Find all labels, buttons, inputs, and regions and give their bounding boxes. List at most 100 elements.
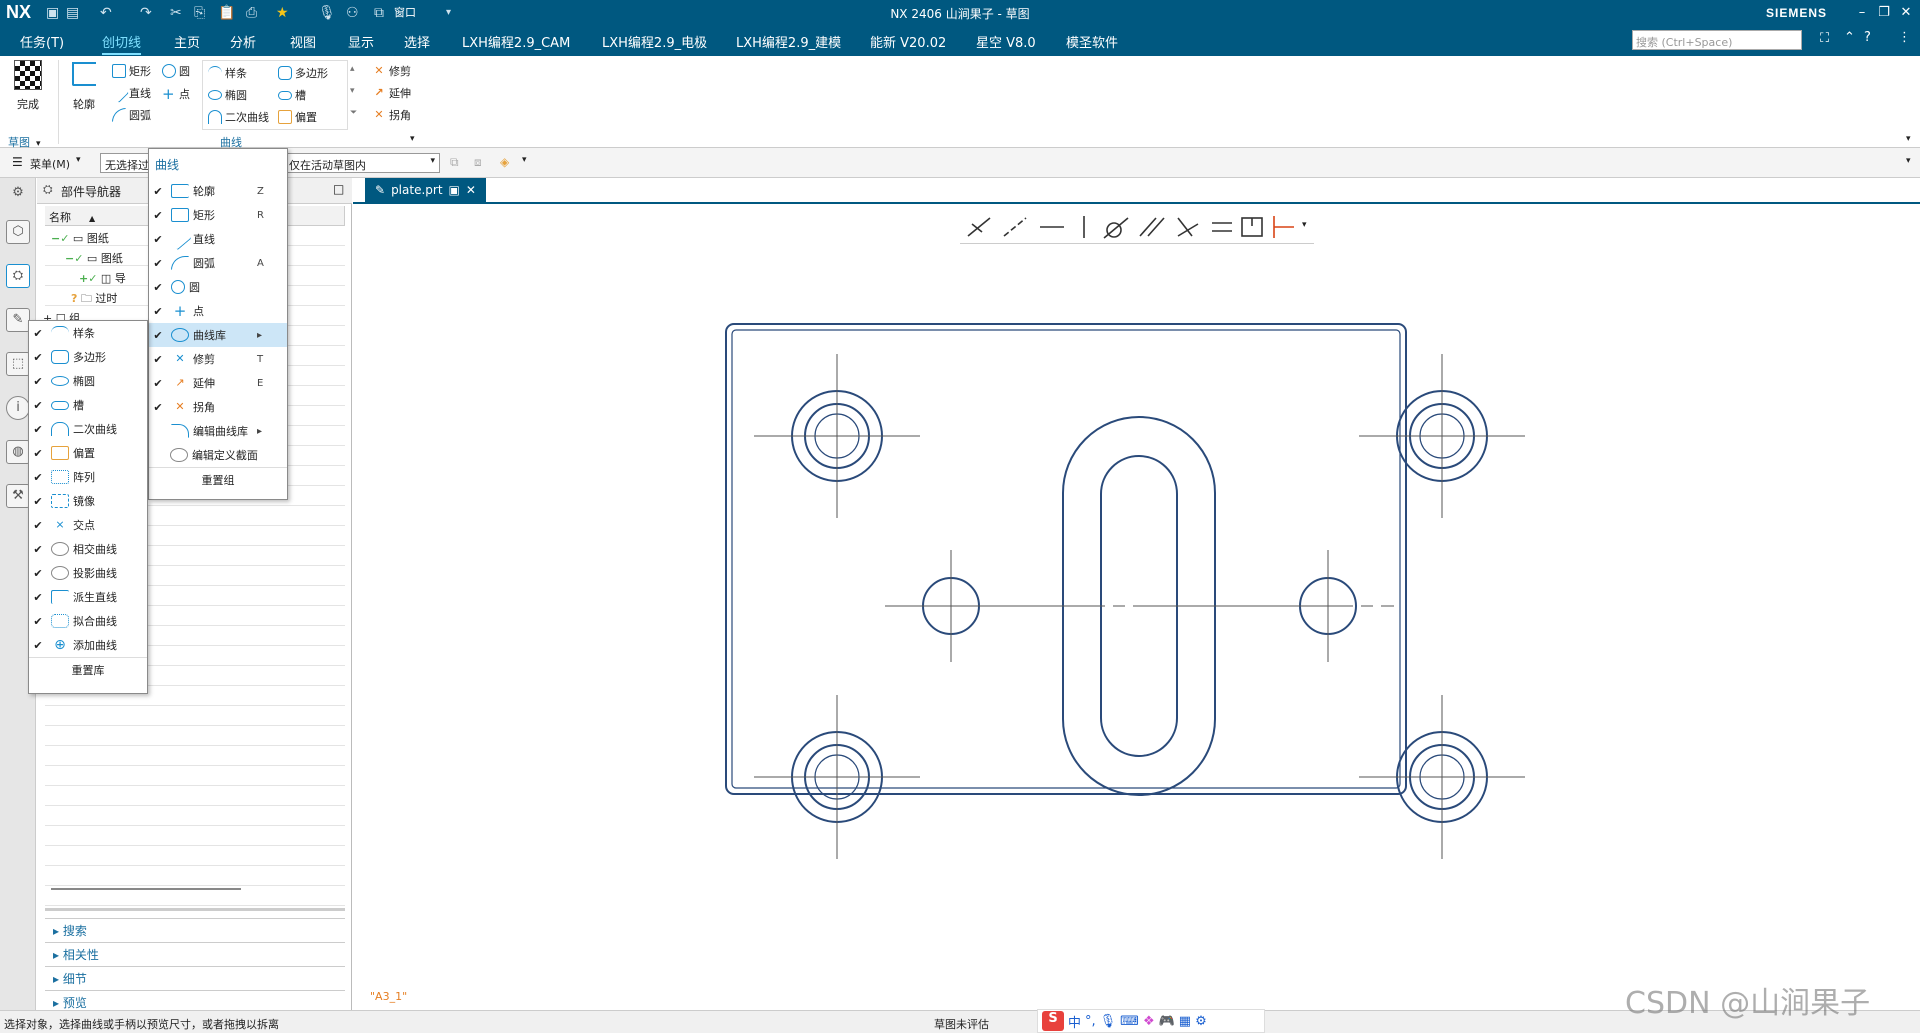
accordion-dependencies[interactable]: ▸ 相关性 [45,942,345,964]
circle-button[interactable]: 圆 [162,63,190,79]
menu-item-corner[interactable]: ✔ ✕ 拐角 [149,395,287,419]
lib-item-conic[interactable]: ✔ 二次曲线 [29,417,147,441]
window-options-icon[interactable]: ⋮ [1898,30,1911,45]
search-icon[interactable]: ⌕ [1788,31,1795,46]
command-search-input[interactable]: 搜索 (Ctrl+Space) [1632,30,1802,50]
lib-item-add-curve[interactable]: ✔ ⊕ 添加曲线 [29,633,147,657]
tab-analysis[interactable]: 分析 [230,32,256,51]
line-button[interactable]: 直线 [109,83,151,103]
tools-icon[interactable]: ⚒ [6,484,30,508]
lib-item-polygon[interactable]: ✔ 多边形 [29,345,147,369]
skin-icon[interactable]: ❖ [1143,1014,1155,1029]
reset-library-button[interactable]: 重置库 [29,657,147,683]
deselect-icon[interactable]: ⧈ [474,155,482,170]
ime-toolbar[interactable]: S 中 °, 🎙 ⌨ ❖ 🎮 ▦ ⚙ [1037,1009,1265,1033]
gallery-expand-icon[interactable]: ⏷ [350,108,357,118]
menu-icon[interactable]: ☰ [12,155,23,169]
minimize-icon[interactable]: – [1851,3,1873,23]
help-icon[interactable]: ? [1864,30,1871,45]
menu-item-edit-curve-library[interactable]: 编辑曲线库 ▸ [149,419,287,443]
menu-item-trim[interactable]: ✔ ✕ 修剪 T [149,347,287,371]
apps-icon[interactable]: ▦ [1179,1014,1191,1029]
rectangle-button[interactable]: 矩形 [112,63,151,79]
snap-dropdown-icon[interactable]: ▾ [522,155,527,165]
maximize-panel-icon[interactable]: □ [333,182,344,196]
lib-item-pattern[interactable]: ✔ 阵列 [29,465,147,489]
polygon-button[interactable]: 多边形 [278,65,328,81]
restore-icon[interactable]: ❐ [1873,3,1895,23]
accordion-preview[interactable]: ▸ 预览 [45,990,345,1012]
profile-button[interactable]: 轮廓 [66,62,102,112]
tab-task[interactable]: 任务(T) [20,32,64,51]
constraints-more-icon[interactable]: ▾ [1302,220,1307,230]
lib-item-project-curve[interactable]: ✔ 投影曲线 [29,561,147,585]
menu-item-extend[interactable]: ✔ ↗ 延伸 E [149,371,287,395]
corner-button[interactable]: ✕ 拐角 [372,107,411,123]
gallery-down-icon[interactable]: ▾ [350,86,355,96]
lib-item-ellipse[interactable]: ✔ 椭圆 [29,369,147,393]
conic-button[interactable]: 二次曲线 [208,109,269,125]
selection-filter-select[interactable]: 无选择过滤器 [100,153,150,173]
selection-scope-select[interactable]: 仅在活动草图内 ▾ [284,153,440,173]
lib-item-mirror[interactable]: ✔ 镜像 [29,489,147,513]
assembly-navigator-icon[interactable]: ⬡ [6,220,30,244]
reset-group-button[interactable]: 重置组 [149,467,287,493]
finish-sketch-button[interactable]: 完成 [10,60,46,112]
menu-item-profile[interactable]: ✔ 轮廓 Z [149,179,287,203]
lib-item-offset[interactable]: ✔ 偏置 [29,441,147,465]
menu-item-point[interactable]: ✔ + 点 [149,299,287,323]
tab-mosheng[interactable]: 模圣软件 [1066,32,1118,51]
menu-button[interactable]: 菜单(M) [30,156,70,172]
collapse-ribbon-icon[interactable]: ⌃ [1844,30,1855,45]
keyboard-icon[interactable]: ⌨ [1120,1014,1139,1029]
ribbon-options-icon[interactable]: ▾ [1906,134,1911,144]
lib-item-slot[interactable]: ✔ 槽 [29,393,147,417]
tab-lxh-cam[interactable]: LXH编程2.9_CAM [462,32,570,51]
part-navigator-icon[interactable]: ⛭ [6,264,30,288]
game-icon[interactable]: 🎮 [1159,1014,1175,1029]
lib-item-intersection-curve[interactable]: ✔ 相交曲线 [29,537,147,561]
tab-close-icon[interactable]: ✕ [466,183,476,204]
lib-item-derived-line[interactable]: ✔ 派生直线 [29,585,147,609]
menu-dropdown-icon[interactable]: ▾ [76,155,81,165]
menu-item-rectangle[interactable]: ✔ 矩形 R [149,203,287,227]
splitter[interactable] [45,908,345,911]
ellipse-button[interactable]: 椭圆 [208,87,247,103]
tree-node-sheet[interactable]: −✓ ▭ 图纸 [65,250,123,266]
fullscreen-icon[interactable]: ⛶ [1820,31,1829,46]
lib-item-intersection-point[interactable]: ✔ ⨯ 交点 [29,513,147,537]
arc-button[interactable]: 圆弧 [112,107,151,123]
sketch-navigator-icon[interactable]: ✎ [6,308,30,332]
ime-settings-icon[interactable]: ⚙ [1195,1014,1207,1029]
web-browser-icon[interactable]: ◍ [6,440,30,464]
settings-icon[interactable]: ⚙ [6,182,30,206]
gallery-up-icon[interactable]: ▴ [350,64,355,74]
graphics-window[interactable] [353,206,1920,1010]
menu-item-circle[interactable]: ✔ 圆 [149,275,287,299]
menu-item-arc[interactable]: ✔ 圆弧 A [149,251,287,275]
voice-input-icon[interactable]: 🎙 [1100,1014,1117,1029]
navigator-hscrollbar[interactable] [51,888,241,890]
menu-item-line[interactable]: ✔ 直线 [149,227,287,251]
offset-button[interactable]: 偏置 [278,109,317,125]
selection-bar-options-icon[interactable]: ▾ [1906,156,1911,166]
accordion-details[interactable]: ▸ 细节 [45,966,345,988]
trim-button[interactable]: ✕ 修剪 [372,63,411,79]
tab-view[interactable]: 视图 [290,32,316,51]
spline-button[interactable]: 样条 [208,65,247,81]
tree-node-view[interactable]: +✓ ◫ 导 [79,270,126,286]
tree-node-drawing[interactable]: −✓ ▭ 图纸 [51,230,109,246]
punctuation-icon[interactable]: °, [1085,1014,1096,1029]
tab-home[interactable]: 主页 [174,32,200,51]
select-all-icon[interactable]: ⧉ [450,155,459,170]
accordion-search[interactable]: ▸ 搜索 [45,918,345,940]
tree-node-outdated[interactable]: ? 🗀 过时 [71,290,117,309]
close-icon[interactable]: ✕ [1895,3,1917,23]
point-button[interactable]: + 点 [162,85,190,103]
tab-xingkong[interactable]: 星空 V8.0 [976,32,1036,51]
menu-item-curve-library[interactable]: ✔ 曲线库 ▸ [149,323,287,347]
tab-lxh-electrode[interactable]: LXH编程2.9_电极 [602,32,707,51]
menu-item-edit-section[interactable]: 编辑定义截面 [149,443,287,467]
slot-button[interactable]: 槽 [278,87,306,103]
curve-group-menu-icon[interactable]: ▾ [410,134,415,144]
